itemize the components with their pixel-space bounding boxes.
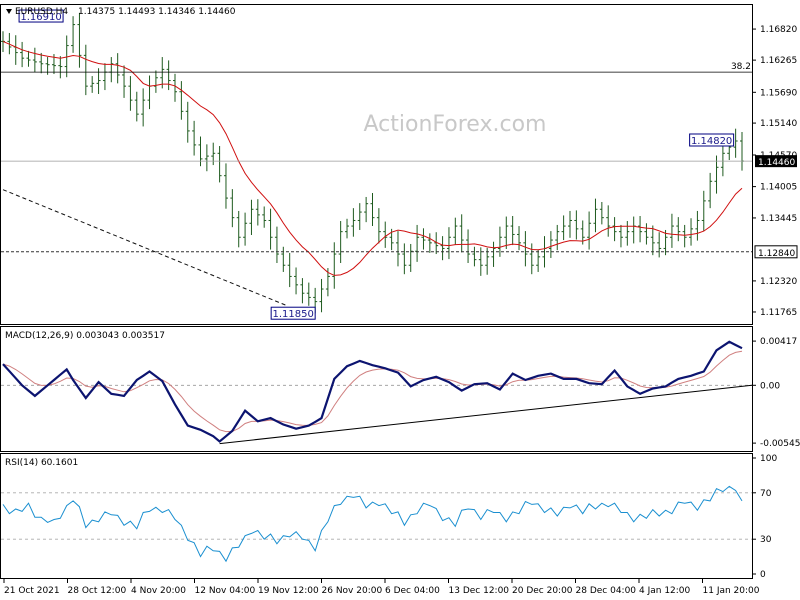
x-tick-label: 13 Dec 12:00 — [449, 586, 510, 596]
price-tick-label: 1.16820 — [760, 25, 797, 35]
price-tick-label: 1.15690 — [760, 88, 797, 98]
x-axis: 21 Oct 2021 28 Oct 12:00 4 Nov 20:00 12 Nov… — [3, 579, 760, 596]
support-price-label: 1.12840 — [758, 249, 795, 259]
price-tick-label: 1.13445 — [760, 214, 797, 224]
x-tick-label: 28 Dec 04:00 — [576, 586, 637, 596]
x-tick-label: 11 Jan 20:00 — [703, 586, 760, 596]
rsi-title: RSI(14) 60.1601 — [5, 458, 78, 468]
price-tick-label: 1.15140 — [760, 119, 797, 129]
x-tick-label: 12 Nov 04:00 — [195, 586, 256, 596]
macd-tick-label: -0.005456 — [760, 439, 800, 449]
eurusd-chart: ActionForex.com 38.21.169101.118501.1482… — [0, 4, 800, 596]
rsi-tick-label: 30 — [760, 535, 772, 545]
rsi-tick-label: 70 — [760, 489, 772, 499]
x-tick-label: 4 Jan 12:00 — [639, 586, 691, 596]
price-annotation-label: 1.11850 — [272, 309, 313, 320]
price-tick-label: 1.11765 — [760, 308, 797, 318]
price-title: EURUSD,H4 — [15, 7, 68, 17]
x-tick-label: 21 Oct 2021 — [4, 586, 60, 596]
current-price-label: 1.14460 — [758, 158, 795, 168]
x-tick-label: 28 Oct 12:00 — [68, 586, 127, 596]
price-annotation-label: 1.14820 — [691, 136, 732, 147]
x-tick-label: 26 Nov 20:00 — [322, 586, 383, 596]
macd-tick-label: 0.00 — [760, 381, 780, 391]
macd-title: MACD(12,26,9) 0.003043 0.003517 — [5, 331, 165, 341]
x-tick-label: 6 Dec 04:00 — [385, 586, 440, 596]
ohlc-readout: 1.14375 1.14493 1.14346 1.14460 — [78, 7, 236, 17]
price-tick-label: 1.14005 — [760, 183, 797, 193]
rsi-tick-label: 100 — [760, 454, 777, 464]
price-tick-label: 1.12320 — [760, 277, 797, 287]
watermark: ActionForex.com — [364, 112, 547, 137]
price-panel — [0, 4, 753, 325]
macd-tick-label: 0.00417 — [760, 337, 797, 347]
price-tick-label: 1.16265 — [760, 56, 797, 66]
x-tick-label: 20 Dec 20:00 — [512, 586, 573, 596]
rsi-panel — [0, 453, 753, 579]
fib-label: 38.2 — [731, 62, 751, 72]
rsi-tick-label: 0 — [760, 570, 766, 580]
x-tick-label: 19 Nov 12:00 — [258, 586, 319, 596]
x-tick-label: 4 Nov 20:00 — [131, 586, 186, 596]
